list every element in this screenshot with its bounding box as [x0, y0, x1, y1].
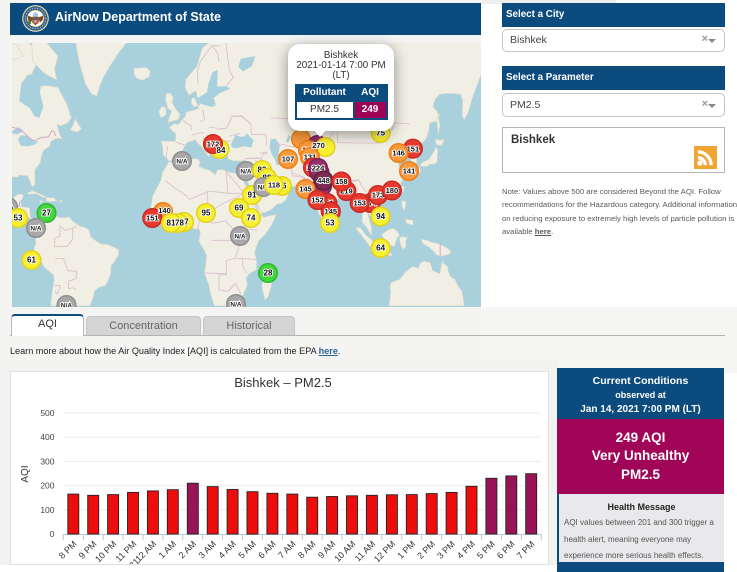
- svg-text:27: 27: [42, 209, 51, 218]
- svg-text:7: 7: [184, 218, 189, 227]
- svg-text:7 PM: 7 PM: [515, 539, 537, 561]
- svg-text:53: 53: [326, 219, 335, 228]
- svg-text:200: 200: [40, 481, 54, 491]
- svg-text:53: 53: [14, 214, 23, 223]
- svg-text:153: 153: [353, 199, 366, 208]
- svg-text:448: 448: [317, 176, 330, 185]
- svg-text:N/A: N/A: [30, 226, 42, 233]
- svg-text:146: 146: [392, 149, 405, 158]
- svg-text:5 PM: 5 PM: [475, 539, 497, 561]
- svg-text:84: 84: [217, 146, 226, 155]
- svg-text:400: 400: [40, 432, 54, 442]
- svg-text:69: 69: [235, 204, 244, 213]
- svg-text:AQI: AQI: [20, 465, 31, 482]
- svg-text:61: 61: [27, 256, 36, 265]
- svg-text:118: 118: [268, 181, 280, 190]
- svg-text:6 PM: 6 PM: [495, 539, 517, 561]
- svg-text:28: 28: [264, 269, 273, 278]
- svg-text:N/A: N/A: [176, 159, 188, 166]
- svg-text:180: 180: [386, 186, 399, 195]
- svg-text:500: 500: [40, 408, 54, 418]
- svg-text:8 AM: 8 AM: [296, 539, 318, 561]
- svg-text:5 AM: 5 AM: [236, 539, 258, 561]
- svg-text:107: 107: [282, 155, 295, 164]
- svg-text:6 AM: 6 AM: [256, 539, 278, 561]
- svg-text:2 AM: 2 AM: [177, 539, 199, 561]
- svg-text:4 AM: 4 AM: [216, 539, 238, 561]
- svg-text:N/A: N/A: [240, 169, 252, 176]
- svg-text:N/A: N/A: [61, 303, 73, 307]
- svg-text:158: 158: [335, 177, 348, 186]
- svg-text:4 PM: 4 PM: [455, 539, 477, 561]
- svg-text:1 AM: 1 AM: [157, 539, 179, 561]
- svg-text:12 PM: 12 PM: [372, 539, 397, 564]
- svg-text:152: 152: [311, 196, 324, 205]
- svg-text:0: 0: [50, 529, 55, 539]
- svg-text:3 AM: 3 AM: [197, 539, 219, 561]
- svg-text:270: 270: [312, 141, 325, 150]
- svg-text:145: 145: [299, 185, 312, 194]
- svg-text:141: 141: [403, 167, 416, 176]
- svg-text:7 AM: 7 AM: [276, 539, 298, 561]
- svg-text:2 PM: 2 PM: [415, 539, 437, 561]
- svg-text:94: 94: [376, 212, 385, 221]
- svg-text:64: 64: [376, 244, 385, 253]
- svg-text:N/A: N/A: [234, 234, 246, 241]
- svg-text:10 AM: 10 AM: [332, 539, 357, 564]
- svg-text:1 PM: 1 PM: [395, 539, 417, 561]
- svg-text:3 PM: 3 PM: [435, 539, 457, 561]
- svg-text:N/A: N/A: [230, 302, 242, 307]
- svg-text:8 PM: 8 PM: [57, 539, 79, 561]
- svg-text:74: 74: [247, 214, 256, 223]
- svg-text:78: 78: [175, 219, 184, 228]
- svg-text:100: 100: [40, 505, 54, 515]
- svg-text:10 PM: 10 PM: [93, 539, 118, 564]
- svg-text:151: 151: [146, 214, 159, 223]
- svg-text:95: 95: [202, 209, 211, 218]
- svg-text:Bishkek – PM2.5: Bishkek – PM2.5: [234, 375, 332, 390]
- svg-text:300: 300: [40, 456, 54, 466]
